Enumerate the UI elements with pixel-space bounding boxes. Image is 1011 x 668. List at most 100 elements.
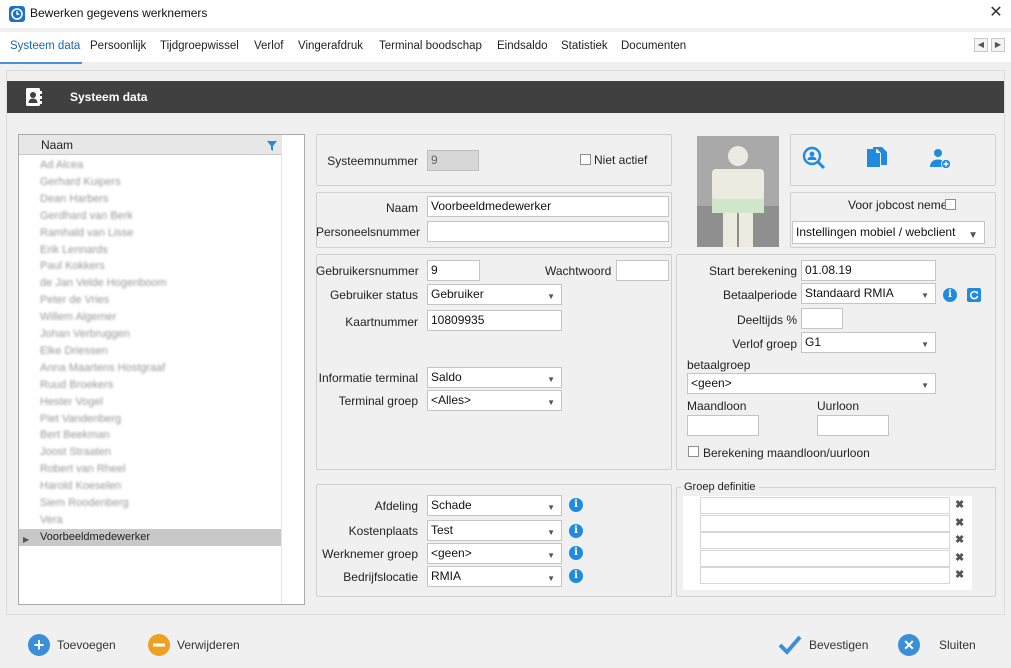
niet-actief-checkbox[interactable] <box>580 154 591 165</box>
close-circle-icon[interactable]: ✕ <box>898 634 920 656</box>
employee-name: Dean Harbers <box>40 192 109 205</box>
remove-row-icon[interactable]: ✖ <box>955 533 964 546</box>
tab-eindsaldo[interactable]: Eindsaldo <box>497 40 548 52</box>
remove-row-icon[interactable]: ✖ <box>955 568 964 581</box>
list-item[interactable]: Robert van Rheel <box>19 461 281 478</box>
refresh-icon[interactable] <box>967 288 981 302</box>
add-user-icon[interactable] <box>928 146 952 170</box>
group-definition-row[interactable] <box>700 497 950 514</box>
tab-statistiek[interactable]: Statistiek <box>561 40 608 52</box>
group-definition-title: Groep definitie <box>681 481 759 493</box>
kostenplaats-select[interactable]: Test ▼ <box>427 520 562 541</box>
start-berekening-field[interactable]: 01.08.19 <box>801 260 936 281</box>
jobcost-checkbox[interactable] <box>945 199 956 210</box>
list-item[interactable]: Johan Verbruggen <box>19 326 281 343</box>
list-item[interactable]: Voorbeeldmedewerker <box>19 528 281 546</box>
documents-icon[interactable] <box>865 145 889 169</box>
list-item[interactable]: Ruud Broekers <box>19 377 281 394</box>
gebruiker-status-select[interactable]: Gebruiker ▼ <box>427 284 562 305</box>
list-item[interactable]: Ad Alcea <box>19 157 281 174</box>
deeltijds-field[interactable] <box>801 308 843 329</box>
list-item[interactable]: Bert Beekman <box>19 427 281 444</box>
list-item[interactable]: Piet Vandenberg <box>19 411 281 428</box>
chevron-down-icon: ▼ <box>547 574 555 583</box>
uurloon-field[interactable] <box>817 415 889 436</box>
filter-icon[interactable] <box>267 140 277 151</box>
list-item[interactable]: Vera <box>19 512 281 529</box>
werknemer-groep-info-icon[interactable]: i <box>569 546 583 560</box>
list-scroll-area <box>281 135 304 604</box>
naam-field[interactable]: Voorbeeldmedewerker <box>427 196 669 217</box>
tab-systeem-data[interactable]: Systeem data <box>10 40 80 52</box>
list-item[interactable]: Erik Lennards <box>19 242 281 259</box>
personeelsnummer-field[interactable] <box>427 221 669 242</box>
column-header-naam: Naam <box>41 138 74 152</box>
list-item[interactable]: Peter de Vries <box>19 292 281 309</box>
checkmark-icon[interactable] <box>778 634 802 656</box>
close-button[interactable]: Sluiten <box>939 638 976 652</box>
betaalgroep-select[interactable]: <geen> ▼ <box>687 373 936 394</box>
group-definition-row[interactable] <box>700 549 950 567</box>
tab-terminal-boodschap[interactable]: Terminal boodschap <box>379 40 482 52</box>
list-item[interactable]: Siem Roodenberg <box>19 495 281 512</box>
list-item[interactable]: Gerdhard van Berk <box>19 208 281 225</box>
tab-vingerafdruk[interactable]: Vingerafdruk <box>298 40 363 52</box>
list-item[interactable]: Willem Algemer <box>19 309 281 326</box>
maandloon-field[interactable] <box>687 415 759 436</box>
remove-icon[interactable] <box>148 634 170 656</box>
group-definition-row[interactable] <box>700 532 950 549</box>
tab-tijdgroepwissel[interactable]: Tijdgroepwissel <box>160 40 239 52</box>
betaalperiode-select[interactable]: Standaard RMIA ▼ <box>801 283 936 304</box>
informatie-terminal-label: Informatie terminal <box>318 371 418 385</box>
betaalperiode-info-icon[interactable]: i <box>943 288 957 302</box>
naam-label: Naam <box>385 201 418 215</box>
kaartnummer-field[interactable]: 10809935 <box>427 310 562 331</box>
list-item[interactable]: Hester Vogel <box>19 394 281 411</box>
list-item[interactable]: Dean Harbers <box>19 191 281 208</box>
row-pointer-icon: ▶ <box>23 535 30 544</box>
group-definition-row[interactable] <box>700 514 950 532</box>
tab-scroll-right-icon[interactable]: ▶ <box>991 38 1005 52</box>
tab-verlof[interactable]: Verlof <box>254 40 283 52</box>
terminal-groep-select[interactable]: <Alles> ▼ <box>427 390 562 411</box>
list-item[interactable]: Gerhard Kuipers <box>19 174 281 191</box>
chevron-down-icon: ▼ <box>547 398 555 407</box>
employee-photo[interactable] <box>697 136 779 247</box>
gebruikersnummer-field[interactable]: 9 <box>427 260 480 281</box>
bedrijfslocatie-select[interactable]: RMIA ▼ <box>427 566 562 587</box>
add-button[interactable]: Toevoegen <box>57 638 116 652</box>
remove-row-icon[interactable]: ✖ <box>955 516 964 529</box>
list-item[interactable]: de Jan Velde Hogenboom <box>19 275 281 292</box>
remove-row-icon[interactable]: ✖ <box>955 551 964 564</box>
list-item[interactable]: Paul Kokkers <box>19 258 281 275</box>
tab-scroll-left-icon[interactable]: ◀ <box>974 38 988 52</box>
informatie-terminal-select[interactable]: Saldo ▼ <box>427 367 562 388</box>
add-icon[interactable]: + <box>28 634 50 656</box>
kostenplaats-info-icon[interactable]: i <box>569 524 583 538</box>
afdeling-info-icon[interactable]: i <box>569 498 583 512</box>
employee-name: Siem Roodenberg <box>40 497 129 509</box>
group-definition-row[interactable] <box>700 567 950 584</box>
list-item[interactable]: Joost Straaten <box>19 444 281 461</box>
tab-persoonlijk[interactable]: Persoonlijk <box>90 40 146 52</box>
werknemer-groep-select[interactable]: <geen> ▼ <box>427 543 562 564</box>
verlof-groep-select[interactable]: G1 ▼ <box>801 332 936 353</box>
employee-name: de Jan Velde Hogenboom <box>40 277 167 290</box>
list-item[interactable]: Ramhald van Lisse <box>19 225 281 242</box>
mobile-settings-select[interactable]: Instellingen mobiel / webclient ▼ <box>792 221 985 244</box>
confirm-button[interactable]: Bevestigen <box>809 638 868 652</box>
afdeling-select[interactable]: Schade ▼ <box>427 495 562 516</box>
bedrijfslocatie-info-icon[interactable]: i <box>569 569 583 583</box>
tab-documenten[interactable]: Documenten <box>621 40 686 52</box>
close-window-button[interactable]: ✕ <box>984 2 1008 24</box>
search-user-icon[interactable] <box>802 146 826 170</box>
wachtwoord-field[interactable] <box>616 260 669 281</box>
delete-button[interactable]: Verwijderen <box>177 638 240 652</box>
list-item[interactable]: Anna Maartens Hostgraaf <box>19 360 281 377</box>
berekening-checkbox[interactable] <box>688 446 699 457</box>
list-item[interactable]: Elke Driessen <box>19 343 281 360</box>
list-item[interactable]: Harold Koeselen <box>19 478 281 495</box>
remove-row-icon[interactable]: ✖ <box>955 498 964 511</box>
chevron-down-icon: ▼ <box>547 375 555 384</box>
app-clock-icon <box>9 6 25 22</box>
